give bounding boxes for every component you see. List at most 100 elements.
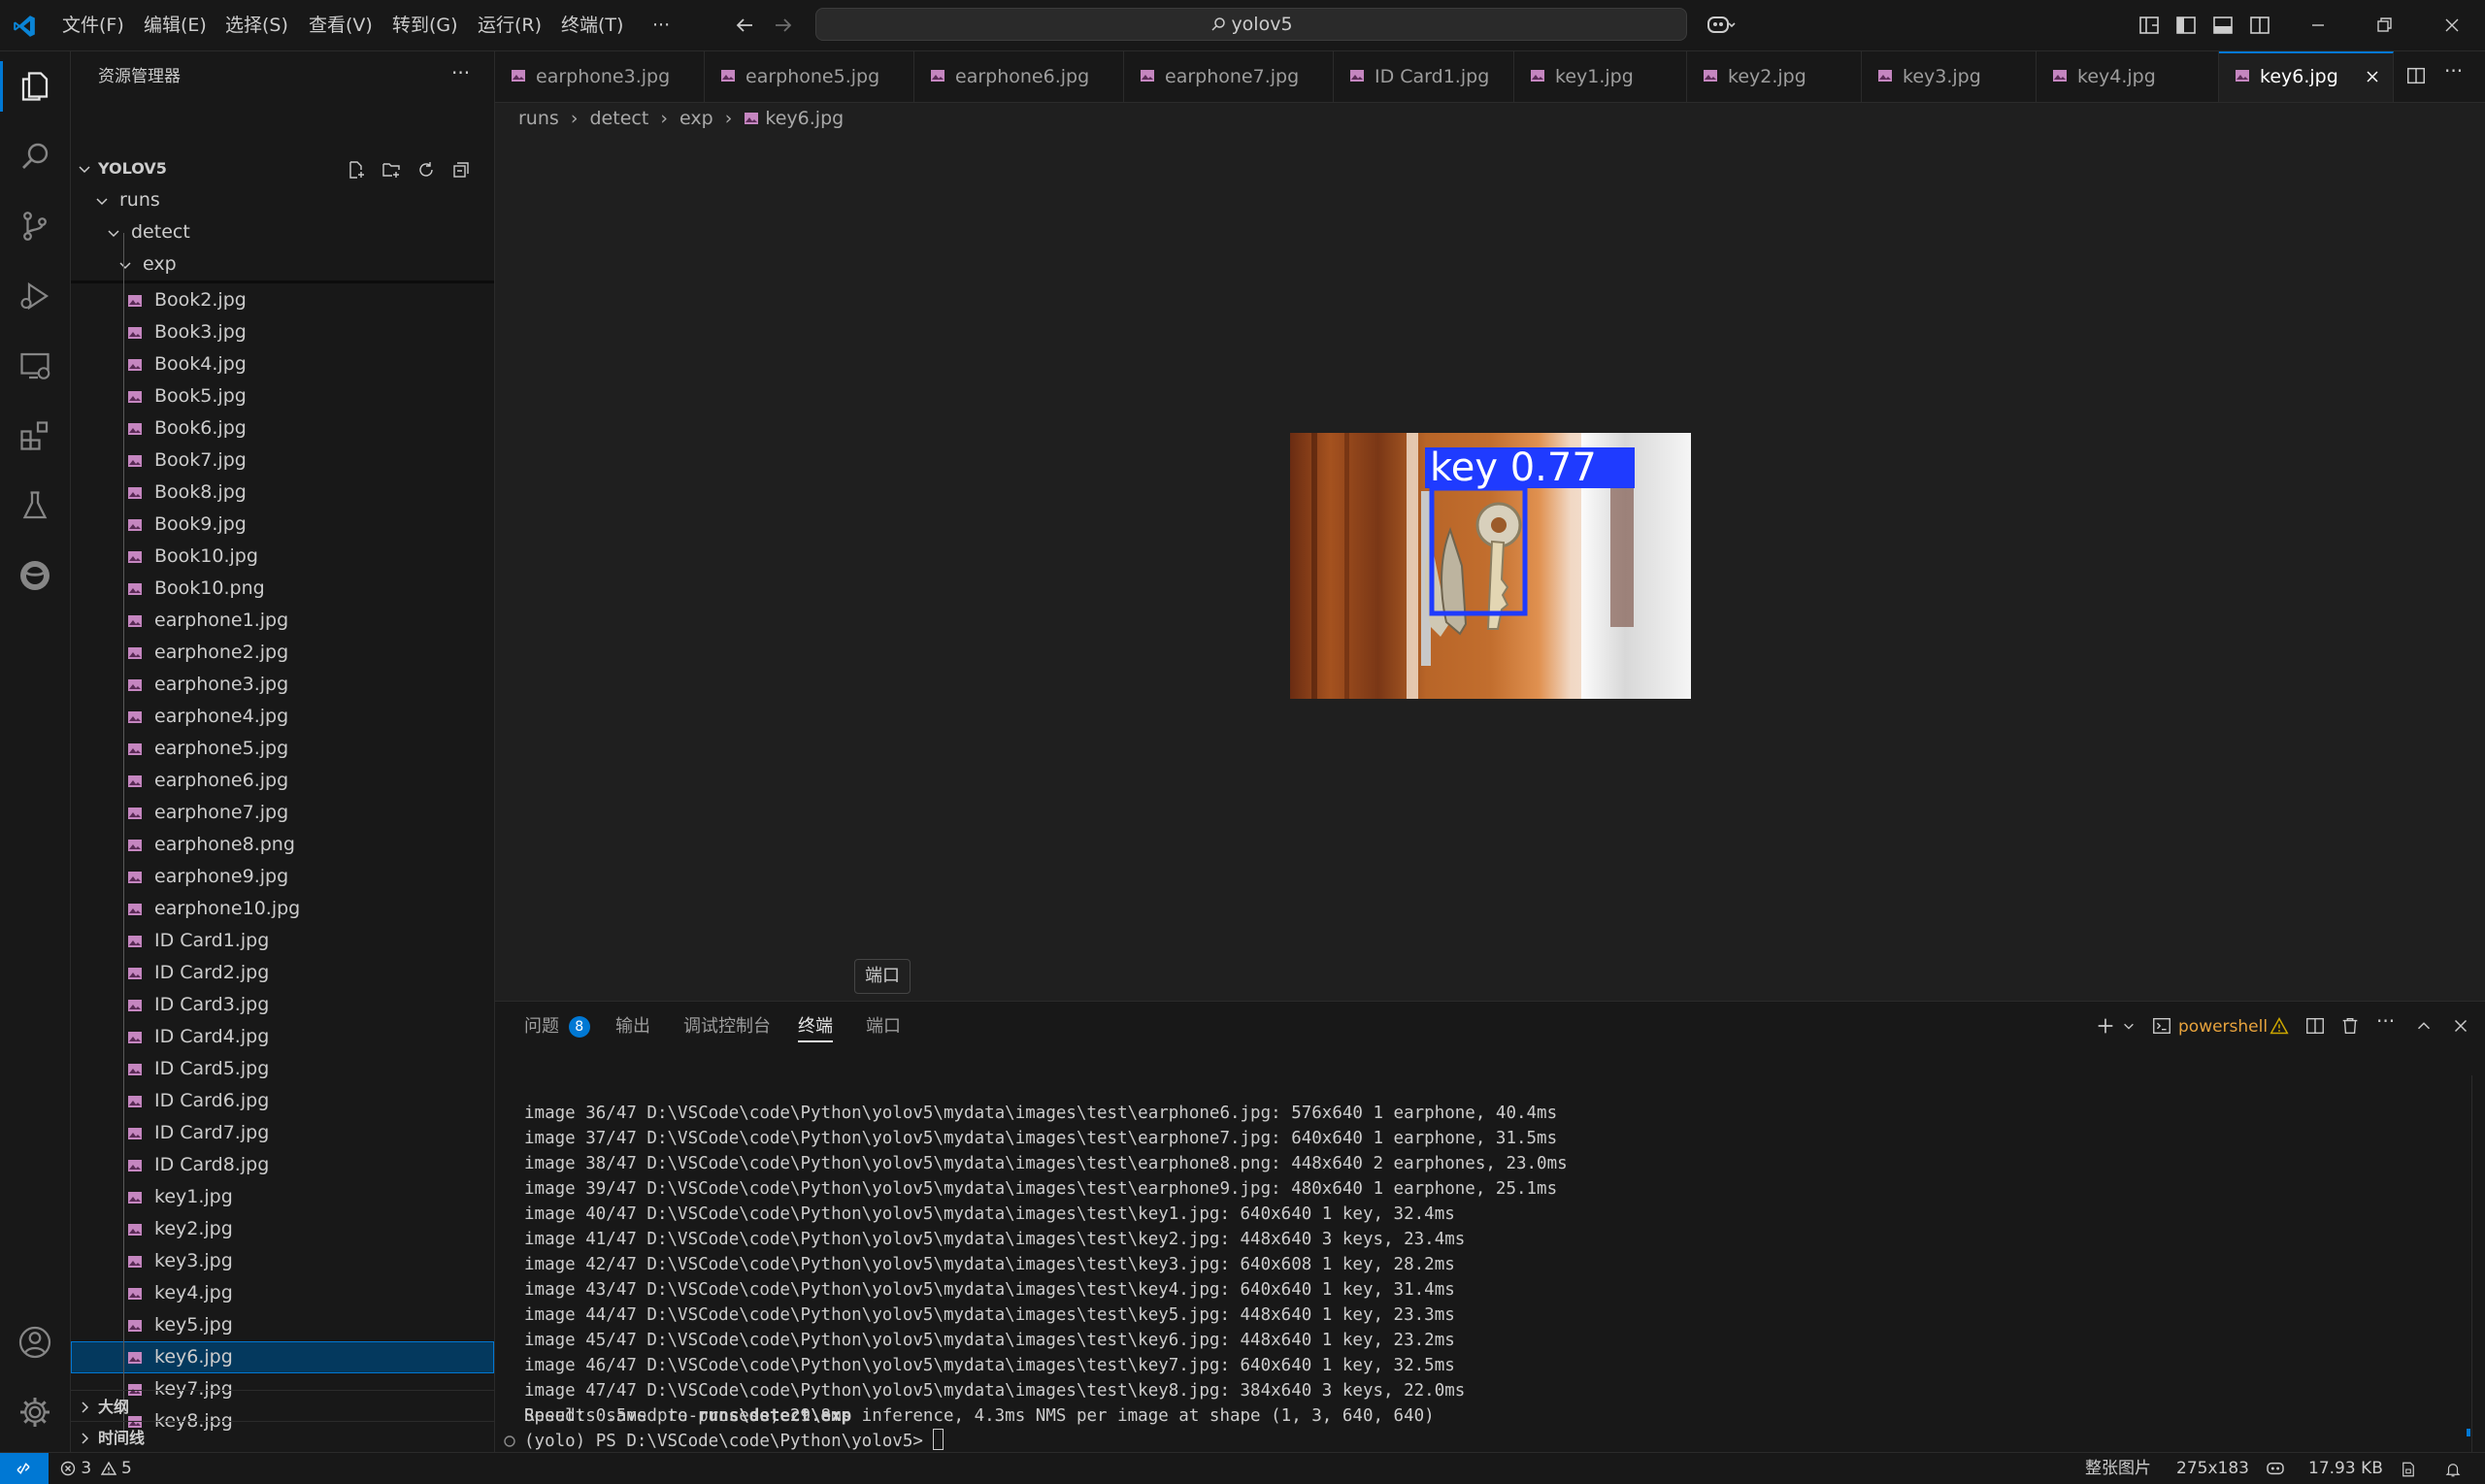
tab-output[interactable]: 输出 bbox=[615, 1002, 650, 1052]
command-center-search[interactable]: yolov5 bbox=[815, 8, 1687, 41]
breadcrumb-item[interactable]: runs bbox=[518, 108, 559, 129]
tab-debug-console[interactable]: 调试控制台 bbox=[683, 1002, 771, 1052]
folder-detect[interactable]: detect bbox=[71, 216, 494, 248]
minimize-icon[interactable] bbox=[2306, 14, 2330, 37]
editor-tab[interactable]: ID Card1.jpg bbox=[1334, 51, 1514, 102]
close-window-icon[interactable] bbox=[2440, 14, 2464, 37]
tab-terminal[interactable]: 终端 bbox=[798, 1002, 833, 1052]
problems-status[interactable]: 3 5 bbox=[60, 1453, 132, 1484]
file-binary-icon[interactable] bbox=[2400, 1461, 2417, 1478]
file-item[interactable]: earphone3.jpg bbox=[71, 669, 494, 701]
file-item[interactable]: Book4.jpg bbox=[71, 348, 494, 380]
folder-exp[interactable]: exp bbox=[71, 248, 494, 280]
editor-tab[interactable]: key3.jpg bbox=[1862, 51, 2037, 102]
folder-runs[interactable]: runs bbox=[71, 184, 494, 216]
file-item[interactable]: key2.jpg bbox=[71, 1213, 494, 1245]
close-panel-icon[interactable] bbox=[2450, 1015, 2471, 1037]
shell-name[interactable]: powershell bbox=[2178, 1002, 2268, 1052]
editor-more-button[interactable]: ··· bbox=[2444, 59, 2463, 82]
file-item[interactable]: ID Card7.jpg bbox=[71, 1117, 494, 1149]
timeline-section[interactable]: 时间线 bbox=[71, 1421, 494, 1452]
restore-icon[interactable] bbox=[2372, 14, 2396, 37]
outline-section[interactable]: 大纲 bbox=[71, 1390, 494, 1423]
split-editor-icon[interactable] bbox=[2405, 65, 2427, 86]
menu-terminal[interactable]: 终端(T) bbox=[553, 0, 631, 50]
editor-tab[interactable]: earphone6.jpg bbox=[914, 51, 1124, 102]
editor-tab[interactable]: key6.jpg bbox=[2219, 51, 2394, 102]
file-item[interactable]: Book2.jpg bbox=[71, 284, 494, 316]
editor-tab[interactable]: earphone3.jpg bbox=[495, 51, 705, 102]
file-item[interactable]: Book7.jpg bbox=[71, 445, 494, 477]
search-view-icon[interactable] bbox=[17, 139, 52, 174]
menu-view[interactable]: 查看(V) bbox=[301, 0, 381, 50]
file-item[interactable]: earphone1.jpg bbox=[71, 605, 494, 637]
prompt-line[interactable]: (yolo) PS D:\VSCode\code\Python\yolov5> bbox=[524, 1429, 944, 1454]
explorer-icon[interactable] bbox=[17, 69, 52, 104]
editor-tab[interactable]: earphone5.jpg bbox=[705, 51, 914, 102]
toggle-sidebar-icon[interactable] bbox=[2174, 14, 2198, 37]
settings-gear-icon[interactable] bbox=[17, 1395, 52, 1430]
menu-run[interactable]: 运行(R) bbox=[470, 0, 549, 50]
menu-edit[interactable]: 编辑(E) bbox=[136, 0, 215, 50]
file-item[interactable]: ID Card4.jpg bbox=[71, 1021, 494, 1053]
customize-layout-icon[interactable] bbox=[2137, 14, 2161, 37]
breadcrumb-item[interactable]: exp bbox=[679, 108, 713, 129]
tab-problems[interactable]: 问题 8 bbox=[524, 1002, 590, 1052]
terminal-scrollbar[interactable] bbox=[2471, 1075, 2485, 1454]
tab-ports[interactable]: 端口 bbox=[866, 1002, 901, 1052]
panel-more-button[interactable]: ··· bbox=[2376, 1009, 2395, 1033]
refresh-icon[interactable] bbox=[416, 160, 436, 180]
file-item[interactable]: earphone5.jpg bbox=[71, 733, 494, 765]
menu-file[interactable]: 文件(F) bbox=[54, 0, 132, 50]
explorer-more-button[interactable]: ··· bbox=[451, 61, 470, 84]
menu-selection[interactable]: 选择(S) bbox=[217, 0, 296, 50]
file-item[interactable]: ID Card5.jpg bbox=[71, 1053, 494, 1085]
toggle-secondary-sidebar-icon[interactable] bbox=[2248, 14, 2271, 37]
split-terminal-icon[interactable] bbox=[2304, 1015, 2326, 1037]
run-debug-icon[interactable] bbox=[17, 279, 52, 313]
forward-arrow-icon[interactable] bbox=[772, 14, 795, 37]
new-terminal-icon[interactable] bbox=[2095, 1015, 2116, 1037]
new-folder-icon[interactable] bbox=[381, 160, 401, 180]
chevron-down-icon[interactable] bbox=[2122, 1019, 2136, 1033]
editor-tab[interactable]: key2.jpg bbox=[1687, 51, 1862, 102]
github-icon[interactable] bbox=[17, 558, 52, 593]
file-item[interactable]: key4.jpg bbox=[71, 1277, 494, 1309]
detection-result-image[interactable]: key 0.77 bbox=[1290, 433, 1691, 699]
file-item[interactable]: Book8.jpg bbox=[71, 477, 494, 509]
breadcrumb-item[interactable]: key6.jpg bbox=[765, 108, 844, 129]
file-item[interactable]: Book5.jpg bbox=[71, 380, 494, 412]
source-control-icon[interactable] bbox=[17, 209, 52, 244]
file-item[interactable]: earphone2.jpg bbox=[71, 637, 494, 669]
file-item[interactable]: earphone4.jpg bbox=[71, 701, 494, 733]
new-file-icon[interactable] bbox=[347, 160, 366, 180]
file-item[interactable]: ID Card2.jpg bbox=[71, 957, 494, 989]
file-item[interactable]: key5.jpg bbox=[71, 1309, 494, 1341]
menu-more[interactable]: ··· bbox=[645, 0, 678, 50]
file-item[interactable]: ID Card8.jpg bbox=[71, 1149, 494, 1181]
maximize-panel-icon[interactable] bbox=[2413, 1015, 2435, 1037]
file-item[interactable]: Book10.png bbox=[71, 573, 494, 605]
editor-tab[interactable]: key4.jpg bbox=[2037, 51, 2219, 102]
extensions-icon[interactable] bbox=[17, 418, 52, 453]
file-item[interactable]: ID Card1.jpg bbox=[71, 925, 494, 957]
remote-explorer-icon[interactable] bbox=[17, 348, 52, 383]
file-item[interactable]: ID Card3.jpg bbox=[71, 989, 494, 1021]
file-item[interactable]: Book9.jpg bbox=[71, 509, 494, 541]
file-item[interactable]: key1.jpg bbox=[71, 1181, 494, 1213]
file-item[interactable]: earphone7.jpg bbox=[71, 797, 494, 829]
account-icon[interactable] bbox=[17, 1325, 52, 1360]
back-arrow-icon[interactable] bbox=[733, 14, 756, 37]
image-zoom-status[interactable]: 整张图片 bbox=[2085, 1453, 2151, 1484]
editor-tab[interactable]: key1.jpg bbox=[1514, 51, 1687, 102]
file-item[interactable]: earphone6.jpg bbox=[71, 765, 494, 797]
editor-tab[interactable]: earphone7.jpg bbox=[1124, 51, 1334, 102]
testing-icon[interactable] bbox=[17, 488, 52, 523]
file-item[interactable]: key3.jpg bbox=[71, 1245, 494, 1277]
file-item[interactable]: key6.jpg bbox=[71, 1341, 494, 1373]
file-item[interactable]: earphone8.png bbox=[71, 829, 494, 861]
file-item[interactable]: Book10.jpg bbox=[71, 541, 494, 573]
toggle-panel-icon[interactable] bbox=[2211, 14, 2235, 37]
collapse-all-icon[interactable] bbox=[451, 160, 471, 180]
file-item[interactable]: ID Card6.jpg bbox=[71, 1085, 494, 1117]
